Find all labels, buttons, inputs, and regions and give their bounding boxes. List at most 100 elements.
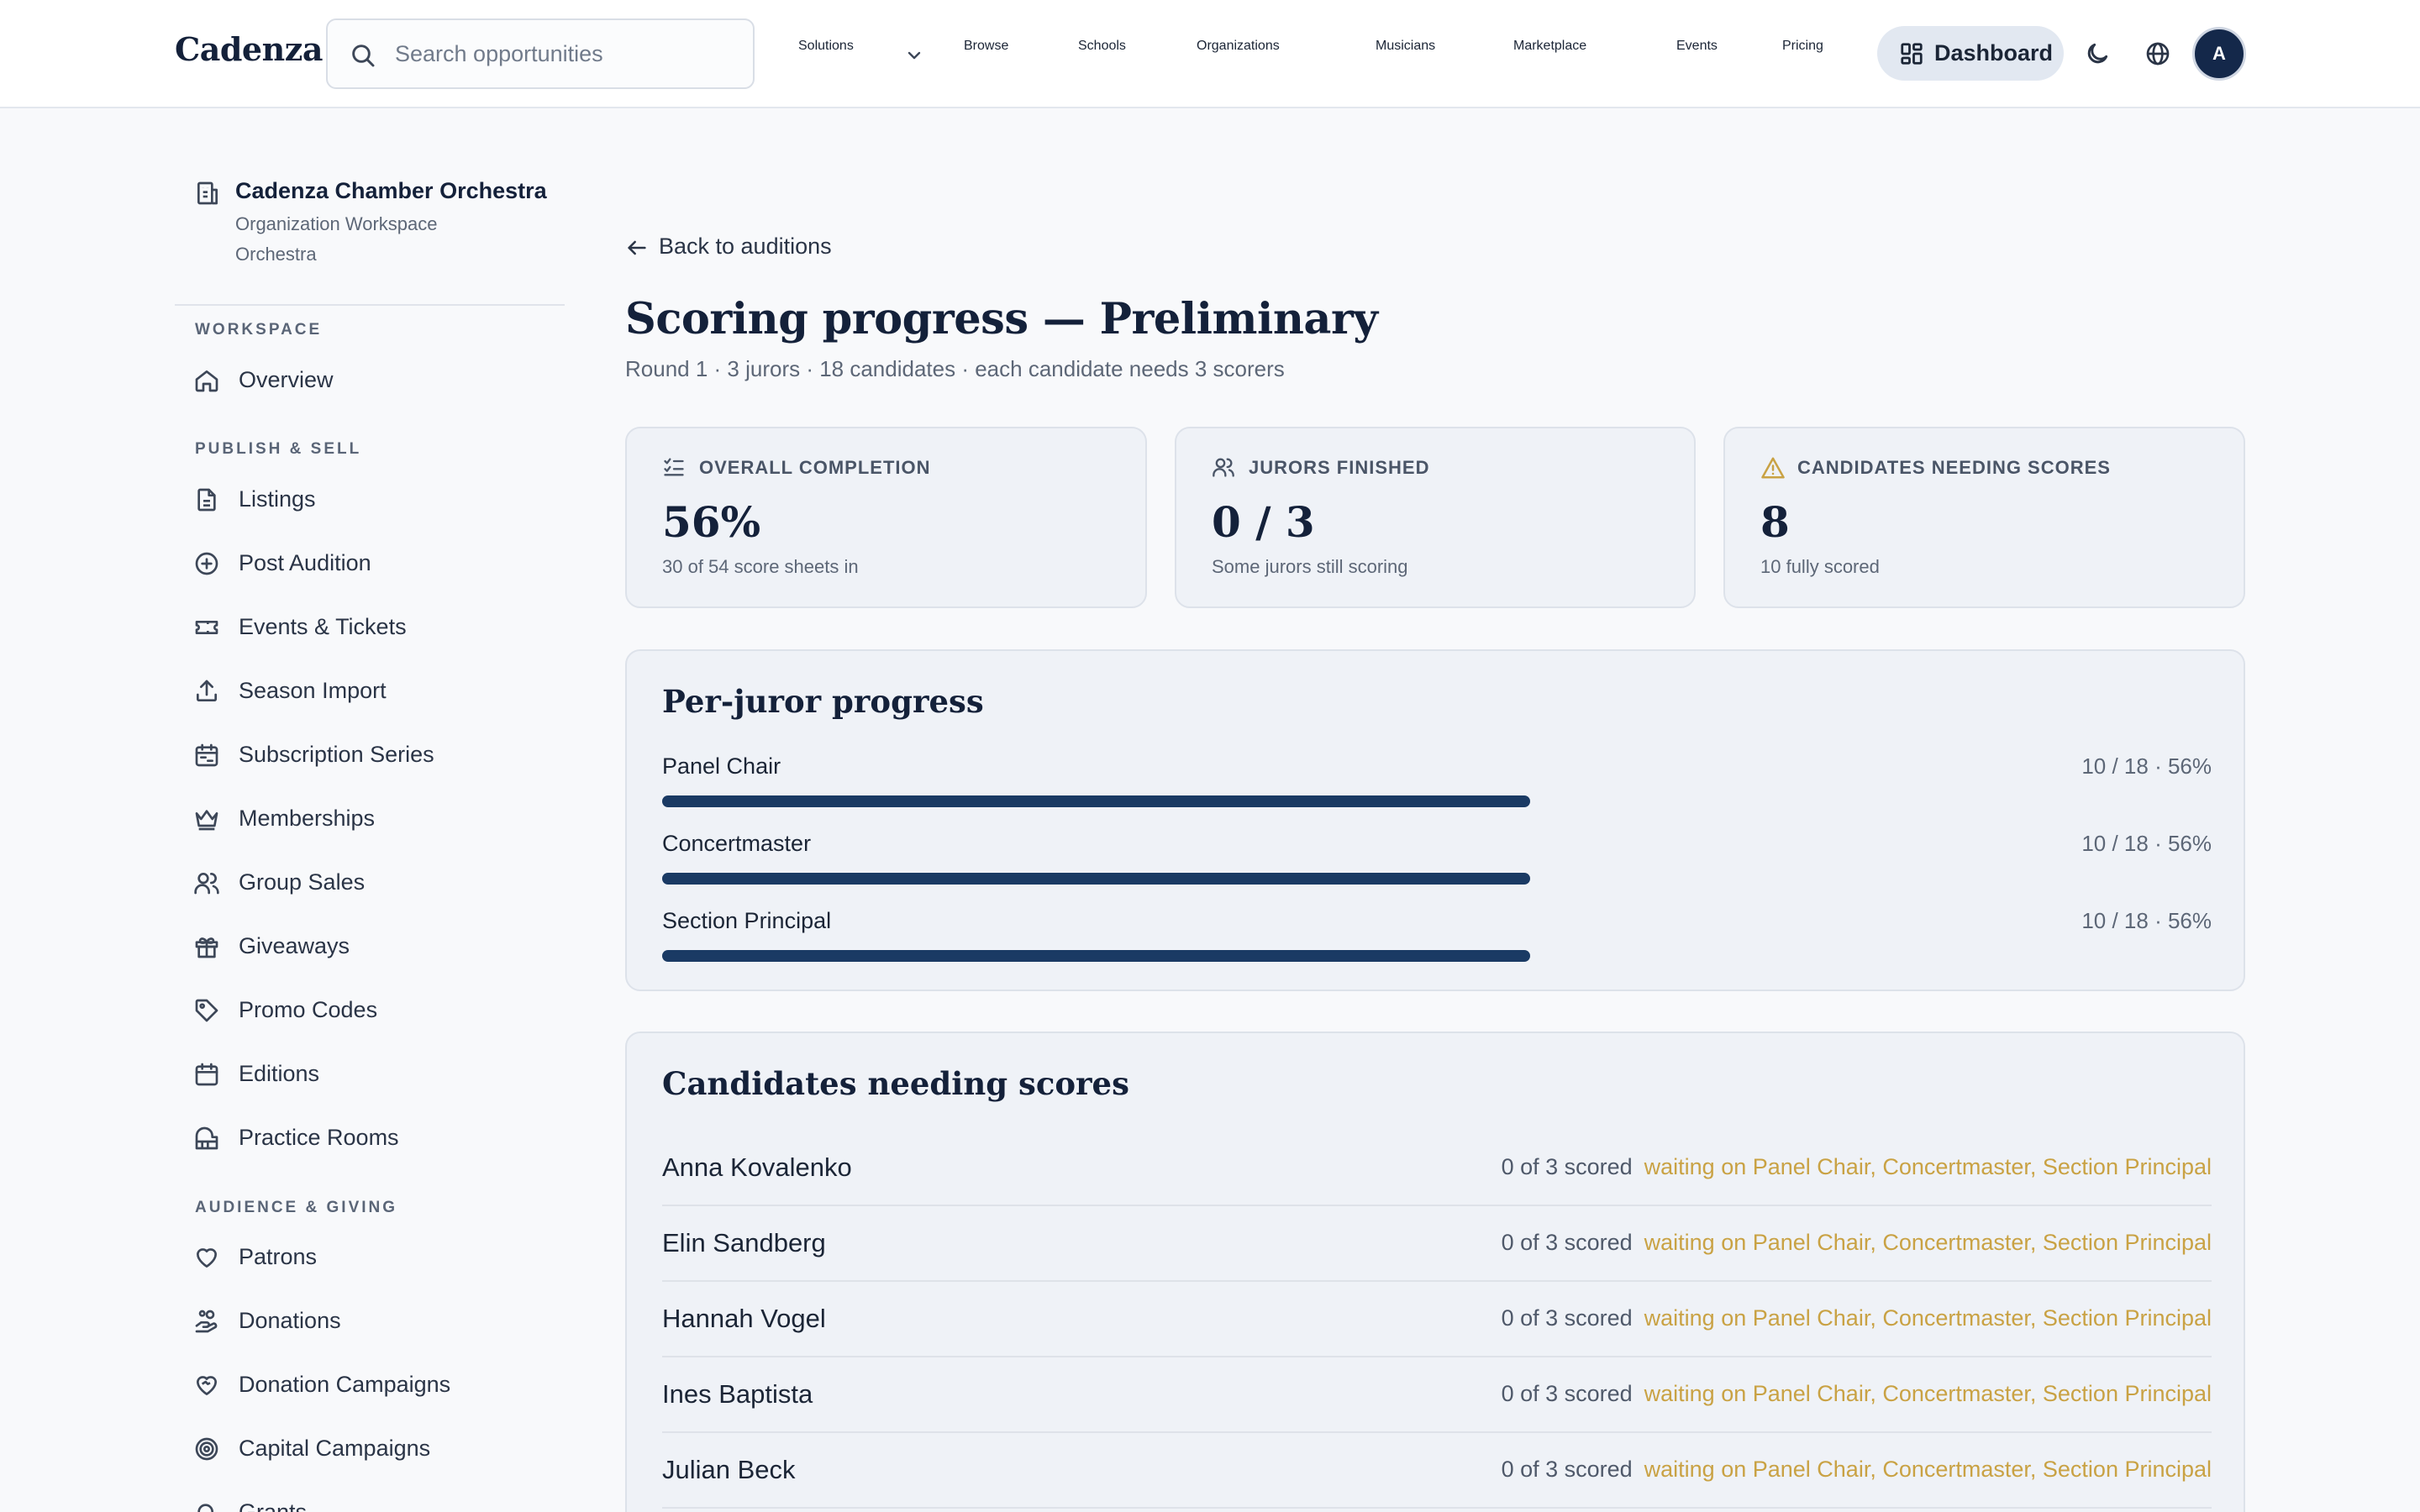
page-subtitle: Round 1 · 3 jurors · 18 candidates · eac… — [625, 356, 1285, 381]
sidebar-section-workspace: WORKSPACE — [195, 321, 323, 339]
search-icon — [352, 45, 375, 67]
dashboard-label: Dashboard — [1934, 40, 2054, 66]
avatar[interactable]: A — [2192, 27, 2246, 81]
section-title: Candidates needing scores — [662, 1065, 1129, 1102]
list-item[interactable]: Julian Beck 0 of 3 scored waiting on Pane… — [662, 1433, 2212, 1509]
search-icon — [197, 1504, 213, 1512]
score-count: 0 of 3 scored — [1501, 1230, 1633, 1255]
sidebar-item-label: Memberships — [239, 806, 376, 831]
sidebar-item-overview[interactable]: Overview — [193, 362, 563, 399]
nav-events[interactable]: Events — [1676, 39, 1718, 54]
stat-value: 56% — [662, 497, 761, 547]
search-box[interactable] — [326, 18, 755, 89]
plus-circle-icon — [195, 552, 218, 575]
org-name: Cadenza Chamber Orchestra — [235, 178, 547, 203]
arrow-left-icon — [628, 240, 646, 255]
heart-icon — [197, 1248, 217, 1268]
stat-value: 8 — [1760, 497, 1790, 547]
juror-row: Section Principal 10 / 18 · 56% — [662, 908, 2212, 975]
list-item[interactable]: Elin Sandberg 0 of 3 scored waiting on Pa… — [662, 1206, 2212, 1282]
sidebar-item-capital-campaigns[interactable]: Capital Campaigns — [193, 1431, 563, 1467]
stat-note: Some jurors still scoring — [1212, 556, 1408, 577]
candidate-status: 0 of 3 scored waiting on Panel Chair, Con… — [1502, 1154, 2212, 1180]
section-title: Per-juror progress — [662, 683, 984, 720]
sidebar-item-listings[interactable]: Listings — [193, 481, 563, 518]
sidebar-item-practice-rooms[interactable]: Practice Rooms — [193, 1120, 563, 1157]
calendar-icon — [195, 1063, 218, 1086]
juror-name: Concertmaster — [662, 831, 812, 856]
score-count: 0 of 3 scored — [1501, 1381, 1633, 1406]
score-count: 0 of 3 scored — [1501, 1154, 1633, 1179]
upload-icon — [197, 680, 217, 701]
sidebar-section-publish: PUBLISH & SELL — [195, 440, 362, 458]
brand-logo[interactable]: Cadenza — [175, 30, 323, 68]
sidebar-item-grants[interactable]: Grants — [193, 1494, 563, 1512]
calendar-range-icon — [195, 743, 218, 767]
stat-label-text: OVERALL COMPLETION — [699, 457, 931, 478]
sidebar-item-label: Capital Campaigns — [239, 1436, 431, 1461]
stat-note: 10 fully scored — [1760, 556, 1880, 577]
sidebar-divider — [175, 304, 565, 306]
nav-musicians[interactable]: Musicians — [1376, 39, 1435, 54]
progress-bar-fill — [662, 950, 1530, 962]
moon-icon[interactable] — [2084, 40, 2111, 67]
list-item[interactable]: Hannah Vogel 0 of 3 scored waiting on Pan… — [662, 1282, 2212, 1357]
target-icon — [195, 1437, 218, 1461]
sidebar-item-donations[interactable]: Donations — [193, 1303, 563, 1340]
sidebar-item-editions[interactable]: Editions — [193, 1056, 563, 1093]
sidebar-item-group-sales[interactable]: Group Sales — [193, 864, 563, 901]
list-item[interactable]: Anna Kovalenko 0 of 3 scored waiting on P… — [662, 1131, 2212, 1206]
dashboard-button[interactable]: Dashboard — [1877, 26, 2064, 81]
sidebar-item-donation-campaigns[interactable]: Donation Campaigns — [193, 1367, 563, 1404]
progress-bar — [662, 950, 2212, 962]
page-title: Scoring progress — Preliminary — [625, 294, 1378, 344]
sidebar-item-promo-codes[interactable]: Promo Codes — [193, 992, 563, 1029]
sidebar-item-memberships[interactable]: Memberships — [193, 801, 563, 837]
candidate-name: Julian Beck — [662, 1455, 796, 1484]
juror-name: Section Principal — [662, 908, 832, 933]
sidebar-item-post-audition[interactable]: Post Audition — [193, 545, 563, 582]
sidebar-item-label: Overview — [239, 367, 334, 392]
home-icon — [195, 370, 218, 392]
sidebar-item-giveaways[interactable]: Giveaways — [193, 928, 563, 965]
nav-browse[interactable]: Browse — [964, 39, 1008, 54]
crown-icon — [195, 810, 218, 831]
search-input[interactable] — [395, 20, 739, 87]
nav-pricing[interactable]: Pricing — [1782, 39, 1823, 54]
stat-note: 30 of 54 score sheets in — [662, 556, 859, 577]
sidebar-item-label: Listings — [239, 486, 316, 512]
nav-organizations[interactable]: Organizations — [1197, 39, 1280, 54]
sidebar-item-subscription-series[interactable]: Subscription Series — [193, 737, 563, 774]
sidebar-item-label: Practice Rooms — [239, 1125, 399, 1150]
nav-schools[interactable]: Schools — [1078, 39, 1126, 54]
list-checks-icon — [664, 458, 684, 476]
top-bar: Cadenza Solutions Browse Schools Organiz… — [0, 0, 2420, 108]
sidebar-item-label: Season Import — [239, 678, 387, 703]
stat-card-jurors-finished: JURORS FINISHED 0 / 3 Some jurors still … — [1175, 427, 1696, 608]
candidates-needing-scores-card: Candidates needing scores Anna Kovalenko… — [625, 1032, 2245, 1512]
nav-marketplace[interactable]: Marketplace — [1513, 39, 1586, 54]
building-icon — [197, 181, 218, 205]
sidebar-item-label: Group Sales — [239, 869, 366, 895]
sidebar-item-label: Editions — [239, 1061, 320, 1086]
sidebar-item-season-import[interactable]: Season Import — [193, 673, 563, 710]
list-item[interactable]: Ines Baptista 0 of 3 scored waiting on Pa… — [662, 1357, 2212, 1433]
sidebar-item-label: Post Audition — [239, 550, 371, 575]
candidate-name: Anna Kovalenko — [662, 1152, 852, 1182]
waiting-on: waiting on Panel Chair, Concertmaster, S… — [1644, 1154, 2212, 1179]
per-juror-progress-card: Per-juror progress Panel Chair 10 / 18 ·… — [625, 649, 2245, 991]
nav-solutions[interactable]: Solutions — [798, 39, 921, 60]
sidebar-item-events-tickets[interactable]: Events & Tickets — [193, 609, 563, 646]
globe-icon[interactable] — [2144, 40, 2171, 67]
stat-value: 0 / 3 — [1212, 497, 1315, 547]
waiting-on: waiting on Panel Chair, Concertmaster, S… — [1644, 1381, 2212, 1406]
gift-icon — [195, 937, 218, 958]
nav-solutions-label: Solutions — [798, 39, 854, 53]
org-subtitle: Organization Workspace — [235, 213, 438, 234]
candidate-name: Hannah Vogel — [662, 1304, 826, 1333]
org-type: Orchestra — [235, 244, 317, 265]
waiting-on: waiting on Panel Chair, Concertmaster, S… — [1644, 1230, 2212, 1255]
progress-bar — [662, 795, 2212, 807]
sidebar-item-patrons[interactable]: Patrons — [193, 1239, 563, 1276]
piano-icon — [195, 1126, 218, 1150]
